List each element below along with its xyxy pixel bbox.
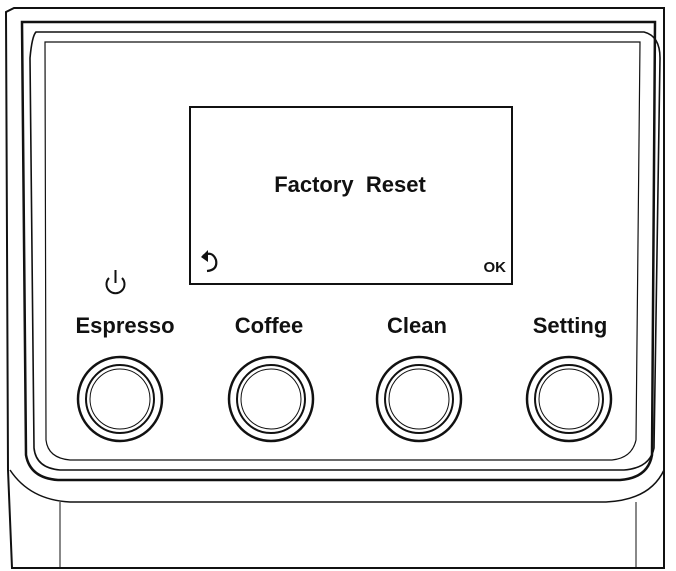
coffee-label: Coffee xyxy=(235,313,303,338)
espresso-button[interactable] xyxy=(76,355,164,443)
ok-label[interactable]: OK xyxy=(484,259,507,276)
power-icon xyxy=(105,270,126,295)
housing-outline xyxy=(4,7,665,569)
clean-button[interactable] xyxy=(375,355,463,443)
coffee-button[interactable] xyxy=(227,355,315,443)
display-message: Factory Reset xyxy=(274,172,426,197)
lower-skirt xyxy=(9,469,665,503)
setting-button[interactable] xyxy=(525,355,613,443)
machine-control-panel: Factory Reset OK Espresso Coffee Clean S… xyxy=(4,7,665,569)
lcd-display: Factory Reset OK xyxy=(189,106,513,285)
espresso-label: Espresso xyxy=(75,313,174,338)
setting-label: Setting xyxy=(533,313,608,338)
clean-label: Clean xyxy=(387,313,447,338)
